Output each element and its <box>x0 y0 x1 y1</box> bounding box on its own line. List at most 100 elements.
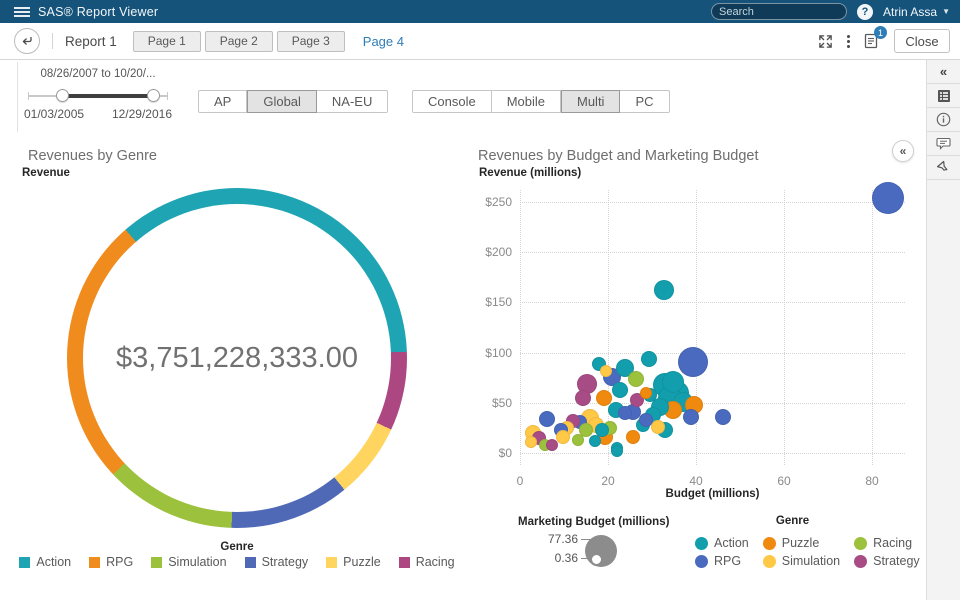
platform-option-multi[interactable]: Multi <box>561 90 620 113</box>
date-min-label: 01/03/2005 <box>24 107 84 121</box>
data-bubble-rpg[interactable] <box>683 409 699 425</box>
platform-option-pc[interactable]: PC <box>620 90 669 113</box>
data-bubble-rpg[interactable] <box>872 182 904 214</box>
legend-label: Racing <box>873 536 912 550</box>
donut-legend-item-action[interactable]: Action <box>19 555 71 569</box>
collapse-panel-button[interactable]: « <box>892 140 914 162</box>
list-icon <box>937 89 951 103</box>
data-bubble-puzzle[interactable] <box>626 430 640 444</box>
help-icon[interactable]: ? <box>857 4 873 20</box>
search-input[interactable] <box>719 6 861 18</box>
genre-legend-title: Genre <box>700 515 885 527</box>
legend-dot <box>763 555 776 568</box>
page-button-page-3[interactable]: Page 3 <box>277 31 345 52</box>
y-gridline <box>520 252 905 253</box>
fullscreen-button[interactable] <box>818 34 833 49</box>
active-page-label[interactable]: Page 4 <box>363 34 404 49</box>
legend-dot <box>695 555 708 568</box>
donut-legend-item-puzzle[interactable]: Puzzle <box>326 555 381 569</box>
platform-option-console[interactable]: Console <box>412 90 492 113</box>
legend-label: Puzzle <box>782 536 820 550</box>
legend-label: Racing <box>416 555 455 569</box>
genre-legend-item-puzzle[interactable]: Puzzle <box>763 534 840 552</box>
size-legend-title: Marketing Budget (millions) <box>518 516 669 528</box>
region-option-na-eu[interactable]: NA-EU <box>317 90 388 113</box>
date-range-slider[interactable] <box>24 89 172 103</box>
page-button-page-1[interactable]: Page 1 <box>133 31 201 52</box>
data-bubble-action[interactable] <box>612 382 628 398</box>
sidebar-comments-button[interactable] <box>927 132 960 156</box>
user-menu[interactable]: Atrin Assa ▼ <box>883 5 950 19</box>
data-bubble-action[interactable] <box>641 351 657 367</box>
scatter-ylabel: Revenue (millions) <box>479 167 581 179</box>
y-tick-label: $0 <box>470 446 512 460</box>
platform-option-mobile[interactable]: Mobile <box>492 90 561 113</box>
data-bubble-action[interactable] <box>654 280 674 300</box>
sidebar-filter-button[interactable] <box>927 156 960 180</box>
data-bubble-action[interactable] <box>611 445 623 457</box>
donut-chart[interactable]: $3,751,228,333.00 <box>67 188 407 528</box>
data-bubble-racing[interactable] <box>628 371 644 387</box>
search-box[interactable] <box>711 3 847 20</box>
data-bubble-rpg[interactable] <box>618 406 632 420</box>
more-options-button[interactable] <box>847 35 850 48</box>
slider-handle-left[interactable] <box>56 89 69 102</box>
data-bubble-racing[interactable] <box>572 434 584 446</box>
chevrons-left-icon: « <box>900 144 907 158</box>
donut-hole: $3,751,228,333.00 <box>83 204 391 512</box>
region-option-global[interactable]: Global <box>247 90 317 113</box>
back-button[interactable] <box>14 28 40 54</box>
data-bubble-rpg[interactable] <box>715 409 731 425</box>
slider-selected-range[interactable] <box>62 94 152 98</box>
genre-legend-item-racing[interactable]: Racing <box>854 534 920 552</box>
donut-legend-item-rpg[interactable]: RPG <box>89 555 133 569</box>
legend-label: RPG <box>714 554 741 568</box>
data-bubble-simulation[interactable] <box>525 436 537 448</box>
page-buttons: Page 1Page 2Page 3 <box>133 31 345 52</box>
donut-legend-item-strategy[interactable]: Strategy <box>245 555 309 569</box>
donut-legend-item-racing[interactable]: Racing <box>399 555 455 569</box>
data-bubble-simulation[interactable] <box>556 430 570 444</box>
data-bubble-rpg[interactable] <box>678 347 708 377</box>
data-bubble-strategy[interactable] <box>575 390 591 406</box>
right-sidebar: « <box>926 60 960 600</box>
sidebar-toc-button[interactable] <box>927 84 960 108</box>
sidebar-collapse-button[interactable]: « <box>927 60 960 84</box>
expand-icon <box>818 34 833 49</box>
legend-label: Strategy <box>873 554 920 568</box>
region-filter-group: APGlobalNA-EU <box>198 90 388 113</box>
page-button-page-2[interactable]: Page 2 <box>205 31 273 52</box>
donut-legend-item-simulation[interactable]: Simulation <box>151 555 226 569</box>
y-gridline <box>520 302 905 303</box>
sidebar-info-button[interactable] <box>927 108 960 132</box>
data-bubble-puzzle[interactable] <box>640 387 652 399</box>
data-bubble-action[interactable] <box>662 371 684 393</box>
genre-legend-item-simulation[interactable]: Simulation <box>763 552 840 570</box>
comments-button[interactable]: 1 <box>864 32 880 50</box>
data-bubble-rpg[interactable] <box>539 411 555 427</box>
date-max-label: 12/29/2016 <box>112 107 172 121</box>
report-name: Report 1 <box>65 34 117 49</box>
data-bubble-action[interactable] <box>589 435 601 447</box>
data-bubble-rpg[interactable] <box>639 413 653 427</box>
close-button[interactable]: Close <box>894 29 950 53</box>
y-gridline <box>520 353 905 354</box>
filter-funnel-icon <box>936 160 951 175</box>
menu-icon[interactable] <box>0 0 38 23</box>
chevron-down-icon: ▼ <box>942 7 950 16</box>
data-bubble-simulation[interactable] <box>600 365 612 377</box>
data-bubble-simulation[interactable] <box>651 420 665 434</box>
size-legend-min-bubble <box>590 553 603 566</box>
data-bubble-strategy[interactable] <box>546 439 558 451</box>
genre-legend-item-rpg[interactable]: RPG <box>695 552 749 570</box>
genre-legend-item-action[interactable]: Action <box>695 534 749 552</box>
y-tick-label: $150 <box>470 295 512 309</box>
legend-label: RPG <box>106 555 133 569</box>
app-title: SAS® Report Viewer <box>38 5 158 19</box>
x-gridline <box>872 190 873 465</box>
y-gridline <box>520 453 905 454</box>
donut-total-value: $3,751,228,333.00 <box>116 342 358 375</box>
genre-legend-item-strategy[interactable]: Strategy <box>854 552 920 570</box>
region-option-ap[interactable]: AP <box>198 90 247 113</box>
slider-handle-right[interactable] <box>147 89 160 102</box>
